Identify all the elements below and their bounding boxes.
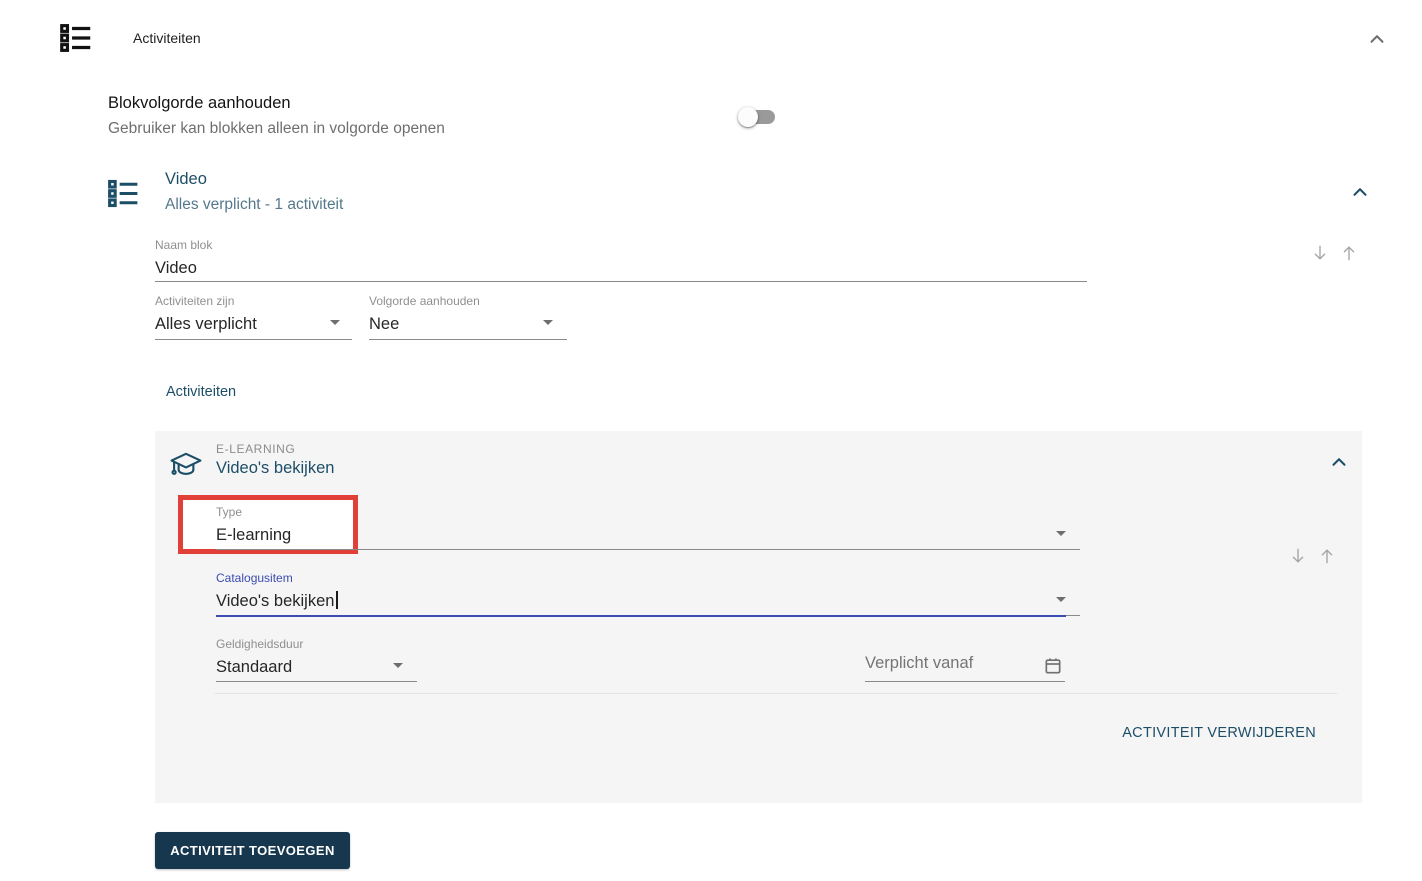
input-underline	[865, 681, 1065, 682]
activity-move-controls	[1288, 545, 1337, 567]
graduation-cap-icon	[169, 447, 203, 481]
block-subtitle: Alles verplicht - 1 activiteit	[165, 196, 344, 213]
toggle-thumb	[738, 107, 758, 127]
input-underline	[155, 339, 352, 340]
field-placeholder: Verplicht vanaf	[865, 654, 974, 672]
input-underline	[216, 549, 1080, 550]
dropdown-arrow-icon	[393, 663, 403, 668]
dropdown-arrow-icon	[543, 320, 553, 325]
dropdown-arrow-icon	[330, 320, 340, 325]
panel-title: Activiteiten	[133, 30, 201, 46]
field-value: Alles verplicht	[155, 315, 257, 333]
chevron-up-icon[interactable]	[1349, 181, 1371, 203]
field-value: E-learning	[216, 526, 292, 544]
activity-category: E-LEARNING	[216, 442, 296, 456]
arrow-up-icon[interactable]	[1317, 545, 1337, 567]
validity-select[interactable]: Geldigheidsduur Standaard	[216, 637, 417, 682]
catalog-item-select[interactable]: Catalogusitem Video's bekijken	[216, 571, 1080, 617]
block-order-description: Gebruiker kan blokken alleen in volgorde…	[108, 120, 445, 137]
chevron-up-icon[interactable]	[1366, 28, 1388, 50]
text-cursor	[336, 591, 338, 609]
field-label: Naam blok	[155, 238, 213, 252]
field-value: Video	[155, 259, 197, 277]
divider	[215, 693, 1337, 694]
input-underline	[369, 339, 567, 340]
keep-order-select[interactable]: Volgorde aanhouden Nee	[369, 294, 567, 340]
arrow-down-icon[interactable]	[1288, 545, 1308, 567]
remove-activity-button[interactable]: ACTIVITEIT VERWIJDEREN	[1122, 725, 1316, 741]
activities-section-heading: Activiteiten	[166, 384, 237, 400]
block-order-label: Blokvolgorde aanhouden	[108, 94, 291, 112]
activity-card: E-LEARNING Video's bekijken Type E-learn…	[155, 431, 1362, 803]
field-value: Nee	[369, 315, 400, 333]
calendar-icon[interactable]	[1043, 656, 1063, 676]
field-label: Volgorde aanhouden	[369, 294, 480, 308]
list-icon	[105, 175, 142, 212]
field-label: Geldigheidsduur	[216, 637, 304, 651]
block-order-toggle[interactable]	[738, 105, 778, 129]
field-label: Activiteiten zijn	[155, 294, 235, 308]
list-icon	[57, 19, 95, 57]
dropdown-arrow-icon	[1056, 597, 1066, 602]
input-underline	[155, 281, 1087, 282]
arrow-up-icon[interactable]	[1339, 242, 1359, 264]
field-label: Catalogusitem	[216, 571, 293, 585]
block-title: Video	[165, 170, 207, 188]
activities-panel: Activiteiten Blokvolgorde aanhouden Gebr…	[0, 0, 1422, 881]
add-activity-button[interactable]: ACTIVITEIT TOEVOEGEN	[155, 832, 350, 869]
activity-title: Video's bekijken	[216, 459, 335, 477]
dropdown-arrow-icon	[1056, 531, 1066, 536]
field-label: Type	[216, 505, 243, 519]
arrow-down-icon[interactable]	[1310, 242, 1330, 264]
type-select[interactable]: Type E-learning	[216, 505, 1080, 550]
required-from-date-input[interactable]: Verplicht vanaf	[865, 637, 1065, 682]
field-value: Standaard	[216, 658, 293, 676]
focus-underline	[216, 615, 1066, 617]
activities-required-select[interactable]: Activiteiten zijn Alles verplicht	[155, 294, 352, 340]
input-underline	[216, 681, 417, 682]
chevron-up-icon[interactable]	[1328, 451, 1350, 473]
block-move-controls	[1310, 242, 1359, 264]
block-name-input[interactable]: Naam blok Video	[155, 238, 1087, 282]
field-value: Video's bekijken	[216, 590, 1080, 612]
